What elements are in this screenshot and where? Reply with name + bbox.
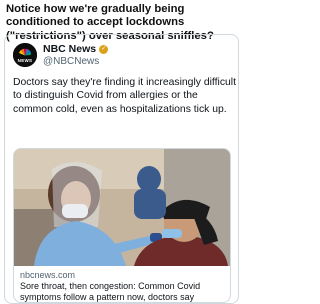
author-name[interactable]: NBC News: [43, 43, 96, 55]
tweet-text: Doctors say they're finding it increasin…: [13, 77, 236, 115]
link-preview-image: [14, 149, 230, 266]
author-handle[interactable]: @NBCNews: [43, 56, 99, 68]
author-name-row[interactable]: NBC News ✓: [43, 43, 109, 55]
avatar-label: NEWS: [17, 58, 33, 63]
embedded-tweet[interactable]: NEWS NBC News ✓ @NBCNews Doctors say the…: [4, 34, 239, 304]
nbc-news-avatar[interactable]: NEWS: [13, 43, 37, 67]
verified-badge-icon: ✓: [99, 44, 109, 54]
nbc-peacock-logo-icon: [13, 43, 37, 67]
link-preview-card[interactable]: nbcnews.com Sore throat, then congestion…: [13, 148, 231, 303]
link-domain: nbcnews.com: [20, 270, 76, 280]
